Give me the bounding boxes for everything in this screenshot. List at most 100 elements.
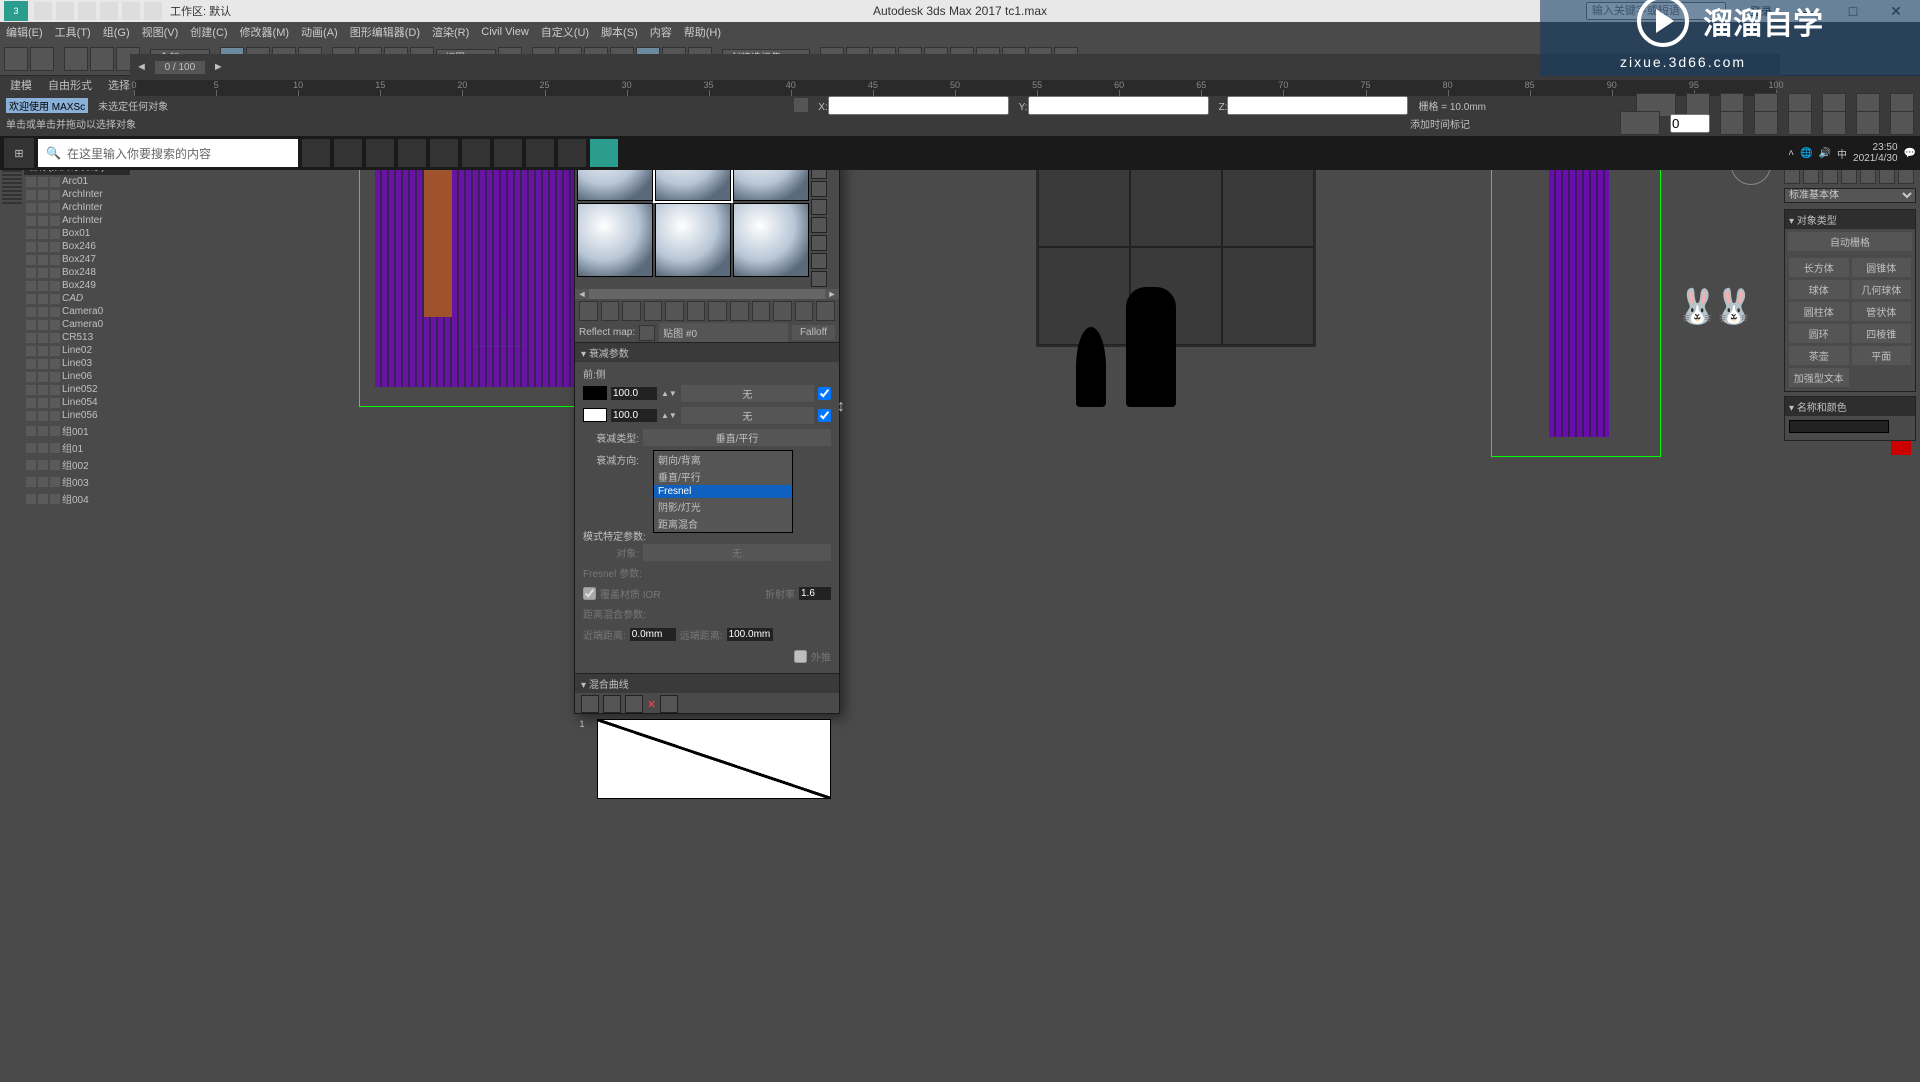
front-amount-spinner[interactable]: 100.0 — [611, 387, 657, 400]
menu-group[interactable]: 组(G) — [103, 24, 130, 40]
scene-item[interactable]: Line056 — [24, 409, 130, 422]
me-scroll-left[interactable]: ◄ — [575, 289, 589, 299]
system-cat-icon[interactable] — [1898, 168, 1914, 184]
create-primitive-button[interactable]: 四棱锥 — [1852, 324, 1912, 343]
preview-icon[interactable] — [811, 217, 827, 233]
tray-chevron-icon[interactable]: ˄ — [1788, 148, 1794, 159]
menu-views[interactable]: 视图(V) — [142, 24, 179, 40]
scene-item[interactable]: 组004 — [24, 490, 130, 507]
undo-button[interactable] — [4, 47, 28, 71]
spacewarp-cat-icon[interactable] — [1879, 168, 1895, 184]
z-coord-input[interactable] — [1227, 96, 1408, 115]
me-scrollbar[interactable] — [589, 289, 825, 299]
project-icon[interactable] — [144, 2, 162, 20]
prev-frame-button[interactable]: ◄ — [130, 61, 153, 73]
workspace-label[interactable]: 工作区: 默认 — [170, 3, 231, 19]
x-coord-input[interactable] — [828, 96, 1009, 115]
go-forward-icon[interactable] — [816, 301, 835, 321]
side-enable-checkbox[interactable] — [818, 409, 831, 422]
exp-tool-icon[interactable] — [2, 202, 22, 204]
app-logo[interactable]: 3 — [4, 1, 28, 21]
time-slider[interactable]: ◄ 0 / 100 ► — [130, 54, 1780, 80]
material-slot[interactable] — [733, 203, 809, 277]
dd-option[interactable]: 朝向/背离 — [654, 451, 792, 468]
scene-item[interactable]: Line02 — [24, 344, 130, 357]
video-color-icon[interactable] — [811, 199, 827, 215]
scene-item[interactable]: 组002 — [24, 456, 130, 473]
exp-tool-icon[interactable] — [2, 174, 22, 176]
next-frame-button[interactable]: ► — [207, 61, 230, 73]
swap-icon[interactable]: ↕ — [837, 398, 845, 416]
dd-option[interactable]: 距离混合 — [654, 515, 792, 532]
exp-tool-icon[interactable] — [2, 170, 22, 172]
ribbon-freeform[interactable]: 自由形式 — [48, 77, 92, 93]
mixcurve-rollout[interactable]: ▾ 混合曲线 — [575, 674, 839, 693]
side-amount-spinner[interactable]: 100.0 — [611, 409, 657, 422]
menu-graph[interactable]: 图形编辑器(D) — [350, 24, 420, 40]
show-end-icon[interactable] — [773, 301, 792, 321]
redo-button[interactable] — [30, 47, 54, 71]
map-type-button[interactable]: Falloff — [792, 325, 835, 340]
new-icon[interactable] — [34, 2, 52, 20]
app-icon[interactable] — [398, 139, 426, 167]
scene-item[interactable]: 组003 — [24, 473, 130, 490]
scene-item[interactable]: Line06 — [24, 370, 130, 383]
exp-tool-icon[interactable] — [2, 178, 22, 180]
make-unique-icon[interactable] — [687, 301, 706, 321]
dd-option[interactable]: 阴影/灯光 — [654, 498, 792, 515]
login-link[interactable]: 登录 — [1750, 3, 1772, 19]
sample-uv-icon[interactable] — [811, 181, 827, 197]
close-button[interactable]: ✕ — [1876, 1, 1916, 21]
nav-fov-icon[interactable] — [1822, 111, 1846, 135]
geometry-cat-icon[interactable] — [1784, 168, 1800, 184]
falloff-params-rollout[interactable]: ▾ 衰减参数 — [575, 343, 839, 362]
object-color-swatch[interactable] — [1891, 441, 1911, 455]
mat-id-icon[interactable] — [730, 301, 749, 321]
menu-civil[interactable]: Civil View — [481, 26, 528, 38]
lock-icon[interactable] — [794, 98, 808, 112]
create-primitive-button[interactable]: 圆柱体 — [1789, 302, 1849, 321]
nav-zoom-icon[interactable] — [1754, 111, 1778, 135]
scene-item[interactable]: CR513 — [24, 331, 130, 344]
side-color-swatch[interactable] — [583, 408, 607, 422]
menu-customize[interactable]: 自定义(U) — [541, 24, 589, 40]
me-scroll-right[interactable]: ► — [825, 289, 839, 299]
camera-cat-icon[interactable] — [1841, 168, 1857, 184]
scene-item[interactable]: ArchInter — [24, 214, 130, 227]
unlink-button[interactable] — [90, 47, 114, 71]
tray-notifications-icon[interactable]: 💬 — [1904, 148, 1916, 159]
scene-item[interactable]: Box246 — [24, 240, 130, 253]
tray-sound-icon[interactable]: 🔊 — [1819, 148, 1831, 159]
app-icon[interactable] — [558, 139, 586, 167]
scene-item[interactable]: ArchInter — [24, 201, 130, 214]
ribbon-modeling[interactable]: 建模 — [10, 77, 32, 93]
scene-item[interactable]: Line052 — [24, 383, 130, 396]
exp-tool-icon[interactable] — [2, 190, 22, 192]
assign-to-sel-icon[interactable] — [622, 301, 641, 321]
taskview-icon[interactable] — [302, 139, 330, 167]
light-cat-icon[interactable] — [1822, 168, 1838, 184]
scene-item[interactable]: Box247 — [24, 253, 130, 266]
undo-icon[interactable] — [100, 2, 118, 20]
tray-network-icon[interactable]: 🌐 — [1800, 148, 1812, 159]
link-button[interactable] — [64, 47, 88, 71]
pick-icon[interactable] — [639, 325, 655, 341]
menu-content[interactable]: 内容 — [650, 24, 672, 40]
curve-delete-icon[interactable]: ✕ — [647, 698, 656, 711]
help-search-input[interactable] — [1586, 2, 1726, 20]
y-coord-input[interactable] — [1028, 96, 1209, 115]
save-icon[interactable] — [78, 2, 96, 20]
scene-item[interactable]: Box248 — [24, 266, 130, 279]
make-copy-icon[interactable] — [665, 301, 684, 321]
scene-item[interactable]: Camera0 — [24, 318, 130, 331]
menu-edit[interactable]: 编辑(E) — [6, 24, 43, 40]
scene-item[interactable]: 组001 — [24, 422, 130, 439]
open-icon[interactable] — [56, 2, 74, 20]
create-primitive-button[interactable]: 球体 — [1789, 280, 1849, 299]
objtype-rollout[interactable]: ▾ 对象类型 — [1785, 210, 1915, 229]
helper-cat-icon[interactable] — [1860, 168, 1876, 184]
menu-render[interactable]: 渲染(R) — [432, 24, 469, 40]
scene-item[interactable]: Line03 — [24, 357, 130, 370]
minimize-button[interactable]: — — [1790, 1, 1830, 21]
scene-item[interactable]: Camera0 — [24, 305, 130, 318]
